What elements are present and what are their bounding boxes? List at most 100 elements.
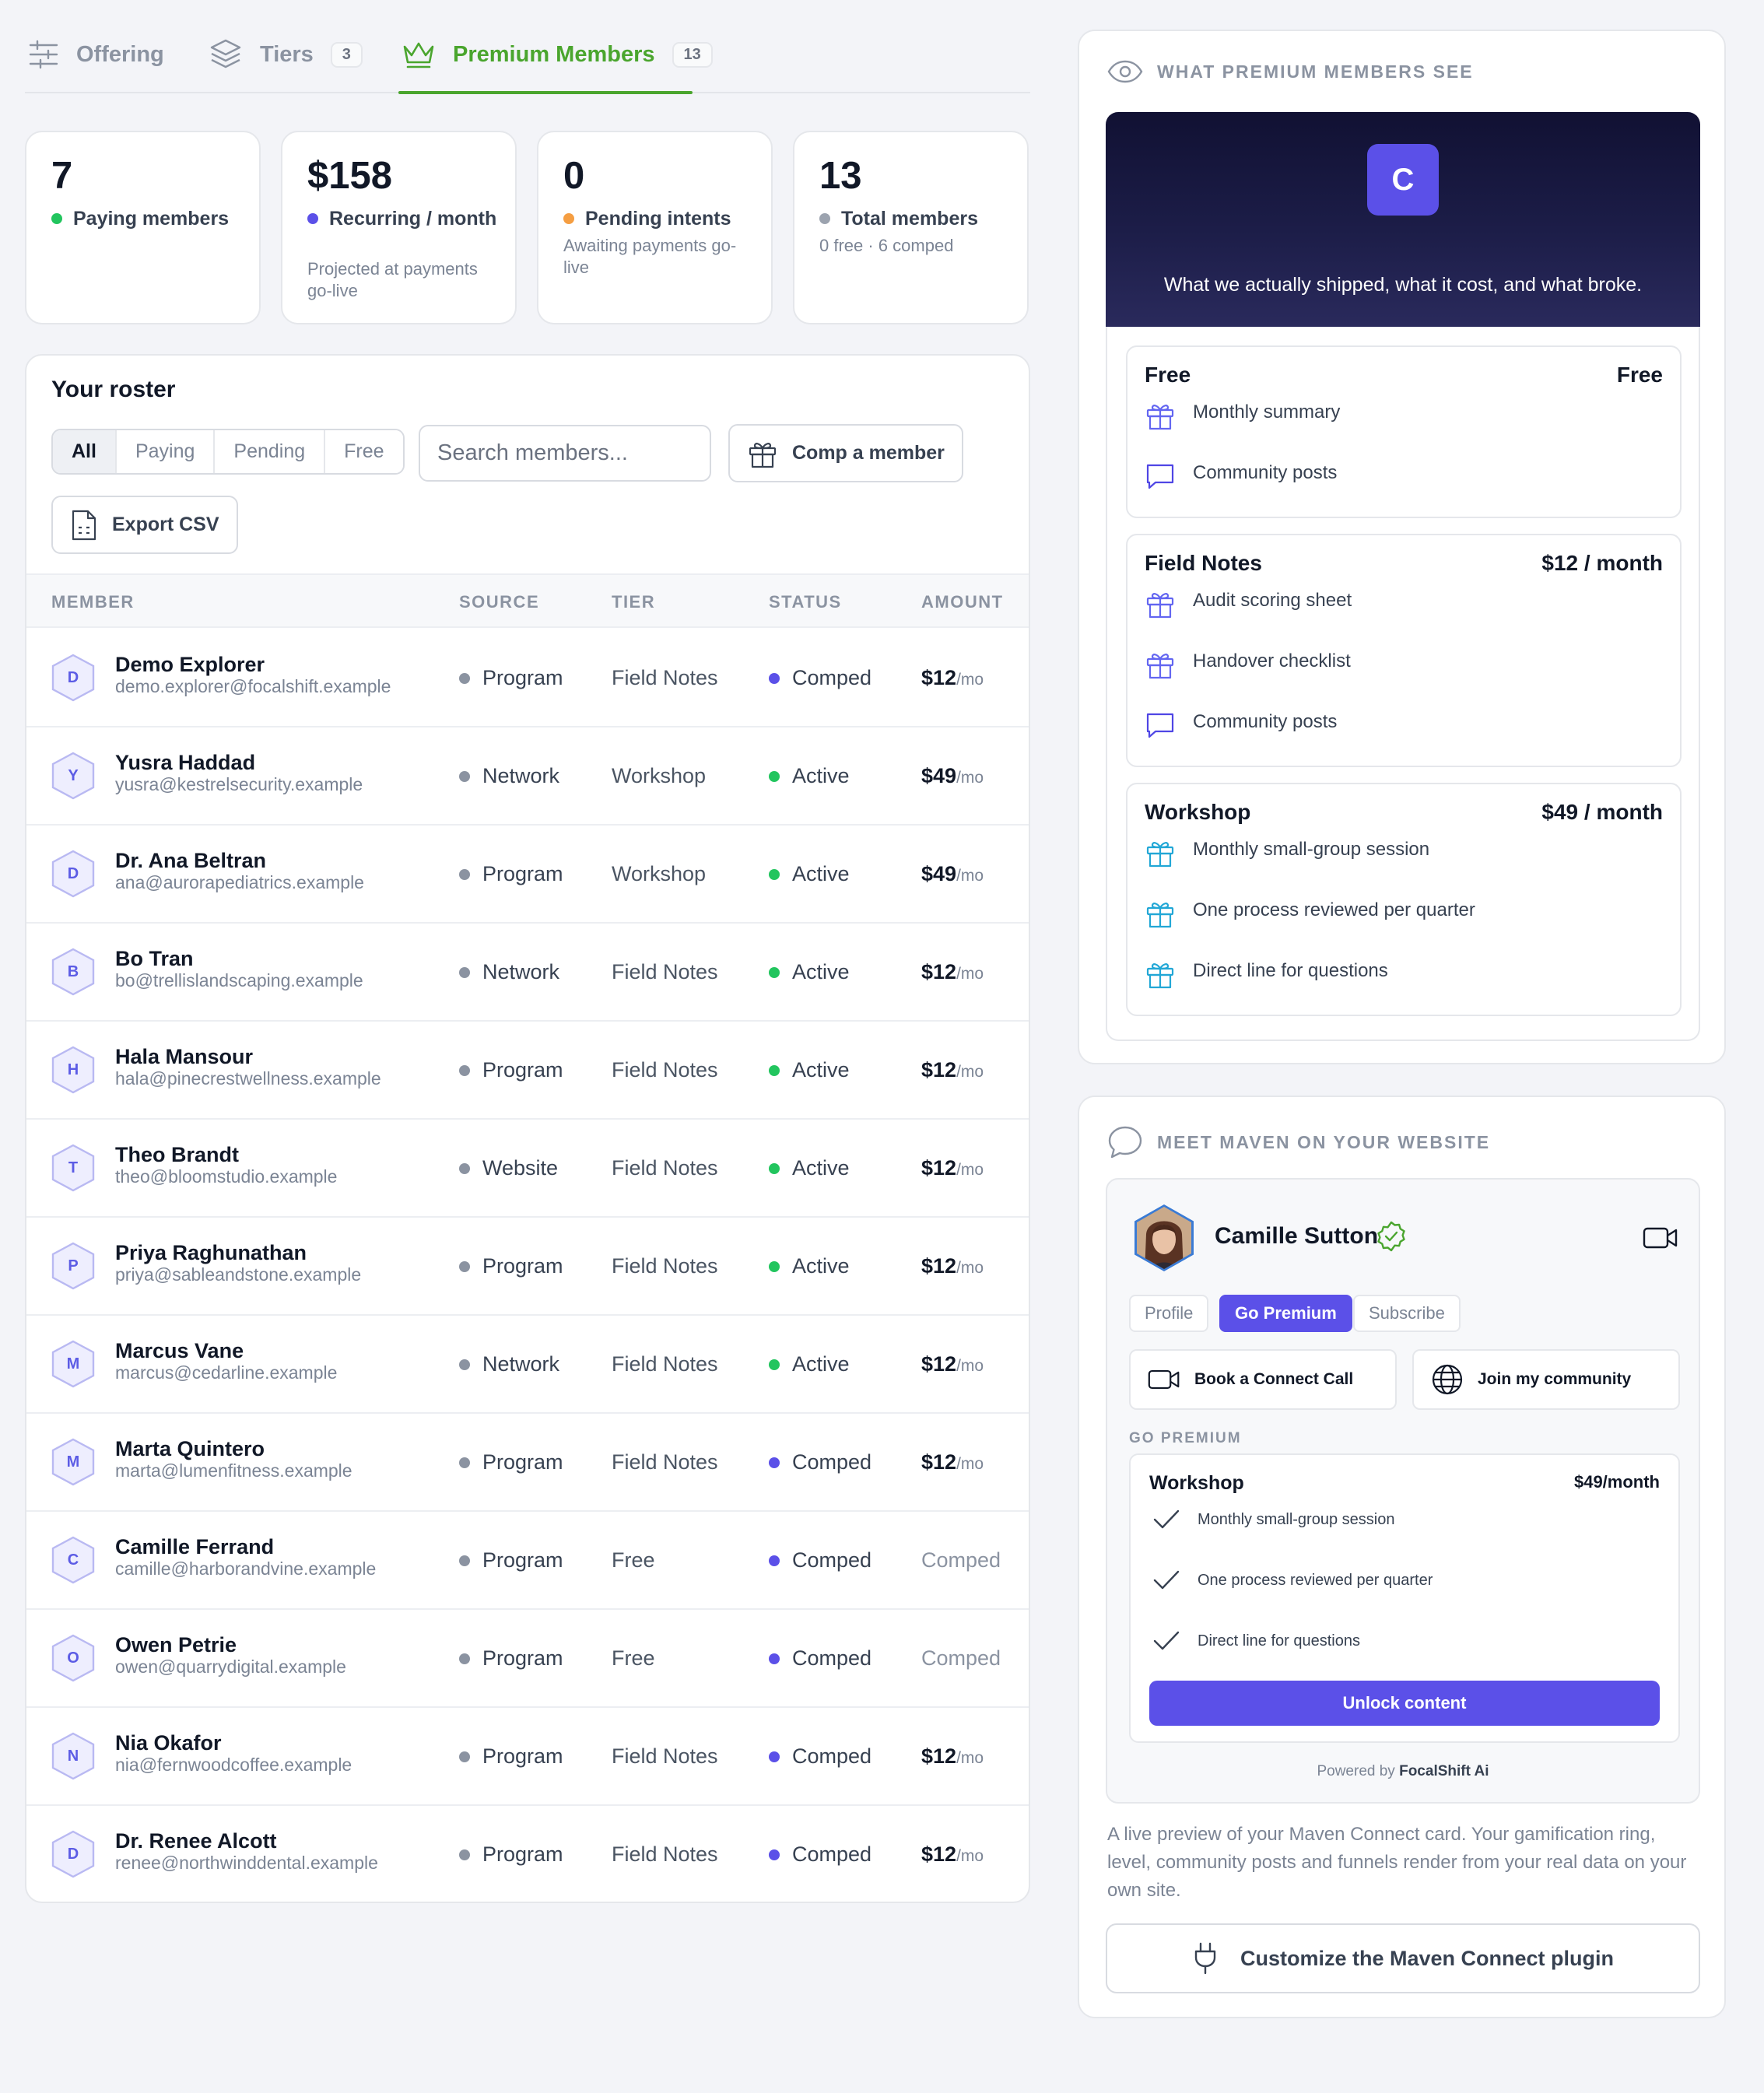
member-avatar: C <box>50 1535 96 1585</box>
table-row[interactable]: P Priya Raghunathan priya@sableandstone.ex… <box>26 1218 1029 1316</box>
tab-premium-members-count: 13 <box>672 41 713 68</box>
avatar-initial: H <box>67 1061 79 1078</box>
table-row[interactable]: N Nia Okafor nia@fernwoodcoffee.example Pro… <box>26 1708 1029 1806</box>
tab-tiers[interactable]: Tiers 3 <box>209 34 363 75</box>
member-source: Program <box>459 1058 563 1082</box>
member-amount: $12/mo <box>921 960 984 984</box>
tier-list: Free Free Monthly summary Community post… <box>1106 327 1700 1041</box>
member-name: Owen Petrie <box>115 1633 237 1657</box>
gift-icon <box>1145 960 1193 990</box>
status-text: Active <box>792 1058 850 1082</box>
search-members-input[interactable] <box>419 425 711 482</box>
filter-pending[interactable]: Pending <box>215 430 326 473</box>
status-text: Active <box>792 862 850 885</box>
unlock-content-button[interactable]: Unlock content <box>1149 1681 1660 1726</box>
member-source: Network <box>459 764 559 788</box>
filter-all[interactable]: All <box>53 430 117 473</box>
tier-feature: Audit scoring sheet <box>1145 590 1352 619</box>
member-email: renee@northwinddental.example <box>115 1853 378 1873</box>
source-text: Program <box>482 1254 563 1278</box>
member-email: bo@trellislandscaping.example <box>115 970 363 990</box>
source-dot <box>459 966 470 978</box>
table-row[interactable]: D Dr. Ana Beltran ana@aurorapediatrics.exa… <box>26 826 1029 924</box>
member-avatar: O <box>50 1633 96 1683</box>
join-community-button[interactable]: Join my community <box>1412 1349 1680 1410</box>
go-premium-label: GO PREMIUM <box>1129 1430 1242 1446</box>
table-row[interactable]: D Demo Explorer demo.explorer@focalshift.e… <box>26 629 1029 727</box>
table-row[interactable]: D Dr. Renee Alcott renee@northwinddental.e… <box>26 1806 1029 1902</box>
export-csv-button[interactable]: Export CSV <box>51 496 238 554</box>
table-row[interactable]: M Marcus Vane marcus@cedarline.example Netw… <box>26 1316 1029 1414</box>
member-status: Comped <box>769 1744 871 1769</box>
customize-plugin-button[interactable]: Customize the Maven Connect plugin <box>1106 1923 1700 1993</box>
comp-member-button[interactable]: Comp a member <box>728 424 963 482</box>
plan-feature-text: Monthly small-group session <box>1198 1510 1395 1528</box>
member-source: Program <box>459 666 563 690</box>
member-status: Active <box>769 1254 850 1278</box>
amount-period: /mo <box>956 965 984 983</box>
video-camera-icon[interactable] <box>1643 1226 1678 1250</box>
powered-by: Powered by FocalShift Ai <box>1107 1763 1699 1780</box>
table-row[interactable]: O Owen Petrie owen@quarrydigital.example Pr… <box>26 1610 1029 1708</box>
maven-description: A live preview of your Maven Connect car… <box>1107 1824 1687 1901</box>
member-email: marcus@cedarline.example <box>115 1362 338 1383</box>
filter-paying[interactable]: Paying <box>116 430 216 473</box>
amount-period: /mo <box>956 1847 984 1865</box>
member-name: Nia Okafor <box>115 1731 222 1755</box>
powered-brand[interactable]: FocalShift Ai <box>1399 1763 1489 1779</box>
premium-preview-card: WHAT PREMIUM MEMBERS SEE C What we actua… <box>1078 30 1726 1064</box>
member-status: Active <box>769 862 850 886</box>
export-csv-label: Export CSV <box>112 514 219 535</box>
stat-label: Pending intents <box>563 207 756 231</box>
stat-label: Recurring / month <box>307 207 500 231</box>
source-dot <box>459 1162 470 1174</box>
member-status: Comped <box>769 1646 871 1671</box>
member-amount: $12/mo <box>921 1450 984 1474</box>
amount-value: $12 <box>921 1450 957 1474</box>
member-tier: Field Notes <box>612 1450 718 1474</box>
filter-free[interactable]: Free <box>325 430 403 473</box>
tab-profile[interactable]: Profile <box>1129 1295 1209 1332</box>
amount-period: /mo <box>956 1161 984 1179</box>
status-text: Active <box>792 1352 850 1376</box>
avatar-initial: M <box>66 1355 80 1373</box>
member-email: marta@lumenfitness.example <box>115 1460 352 1481</box>
sliders-icon <box>28 39 76 70</box>
tab-subscribe[interactable]: Subscribe <box>1353 1295 1461 1332</box>
table-row[interactable]: B Bo Tran bo@trellislandscaping.example Net… <box>26 924 1029 1022</box>
status-dot <box>51 213 62 224</box>
tab-premium-members[interactable]: Premium Members 13 <box>402 34 713 75</box>
tier-feature: Handover checklist <box>1145 650 1351 680</box>
member-email: camille@harborandvine.example <box>115 1558 377 1579</box>
eye-icon <box>1107 59 1157 84</box>
csv-file-icon <box>70 509 112 542</box>
tab-offering[interactable]: Offering <box>28 34 164 75</box>
status-text: Comped <box>792 1548 872 1572</box>
table-row[interactable]: M Marta Quintero marta@lumenfitness.exampl… <box>26 1414 1029 1512</box>
member-source: Program <box>459 862 563 886</box>
stat-value: 7 <box>51 155 73 197</box>
table-row[interactable]: T Theo Brandt theo@bloomstudio.example Webs… <box>26 1120 1029 1218</box>
member-source: Network <box>459 1352 559 1376</box>
stat-label: Total members <box>819 207 1012 231</box>
plan-feature: Monthly small-group session <box>1152 1508 1394 1531</box>
tab-go-premium[interactable]: Go Premium <box>1219 1295 1352 1332</box>
member-amount: $12/mo <box>921 1744 984 1769</box>
amount-period: /mo <box>956 1455 984 1473</box>
status-dot <box>769 1162 780 1174</box>
source-dot <box>459 672 470 684</box>
table-row[interactable]: H Hala Mansour hala@pinecrestwellness.exam… <box>26 1022 1029 1120</box>
source-text: Program <box>482 666 563 689</box>
book-connect-call-button[interactable]: Book a Connect Call <box>1129 1349 1397 1410</box>
video-camera-icon <box>1148 1369 1194 1390</box>
column-amount: AMOUNT <box>921 592 1004 612</box>
status-text: Comped <box>792 1646 872 1670</box>
table-row[interactable]: Y Yusra Haddad yusra@kestrelsecurity.examp… <box>26 727 1029 826</box>
source-dot <box>459 770 470 782</box>
amount-value: $12 <box>921 1058 957 1082</box>
status-text: Active <box>792 960 850 983</box>
table-row[interactable]: C Camille Ferrand camille@harborandvine.ex… <box>26 1512 1029 1610</box>
member-amount: $49/mo <box>921 862 984 886</box>
avatar-initial: D <box>67 864 79 882</box>
status-dot <box>769 672 780 684</box>
